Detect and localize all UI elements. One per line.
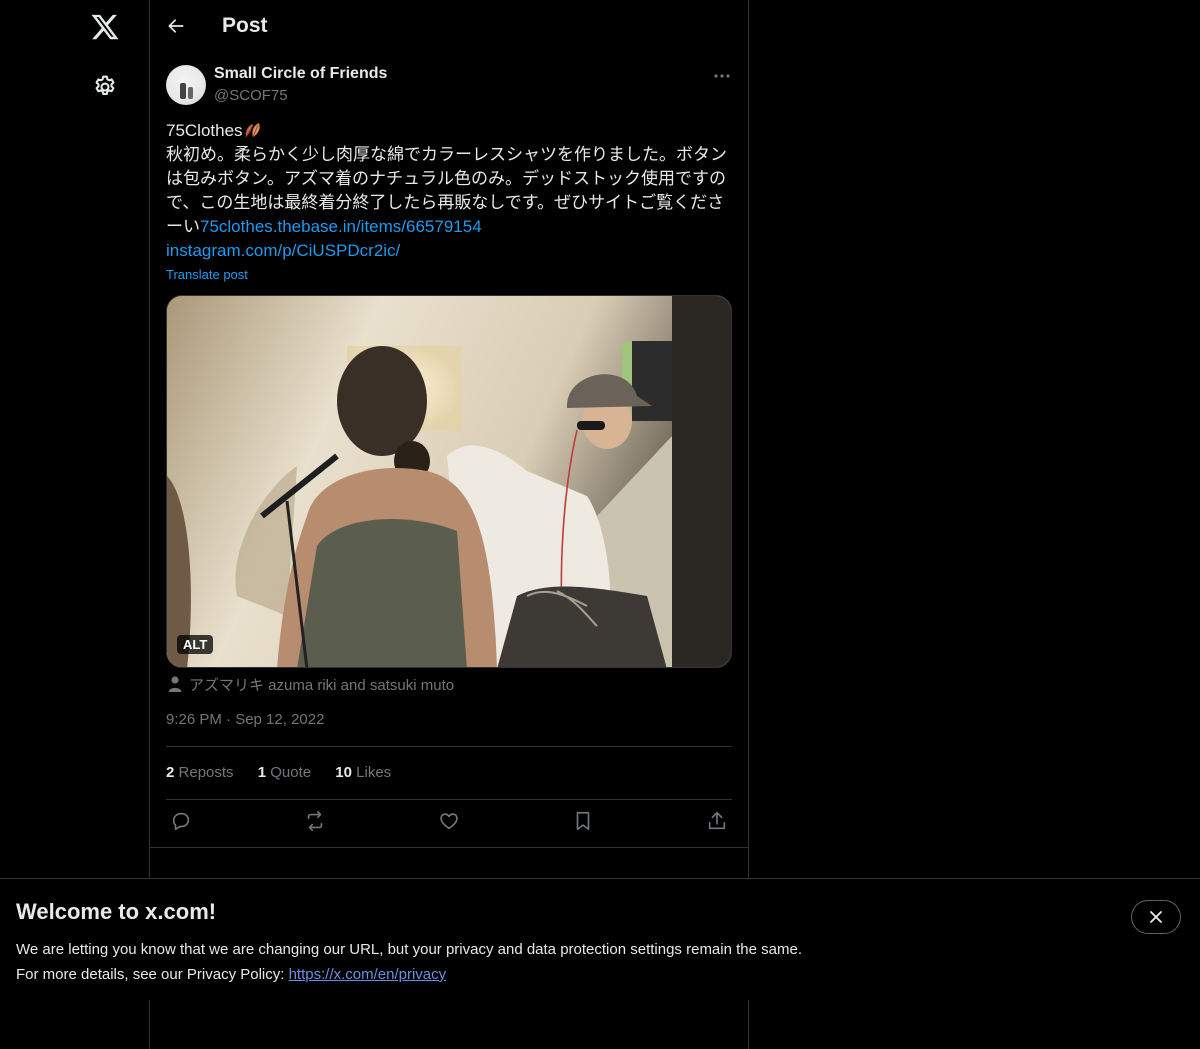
banner-text: We are letting you know that we are chan… <box>16 937 802 987</box>
page-title: Post <box>222 14 268 37</box>
post-text-line: ーい <box>166 217 200 236</box>
url-change-banner: Welcome to x.com! We are letting you kno… <box>0 878 1200 1000</box>
post-link-instagram[interactable]: instagram.com/p/CiUSPDcr2ic/ <box>166 241 400 260</box>
tagged-people-text: アズマリキ azuma riki and satsuki muto <box>189 677 455 694</box>
heart-icon[interactable] <box>438 810 464 836</box>
likes-stat[interactable]: 10 Likes <box>335 764 391 781</box>
close-icon <box>1150 911 1162 923</box>
divider <box>166 746 732 747</box>
post-link-shop[interactable]: 75clothes.thebase.in/items/66579154 <box>200 217 482 236</box>
quotes-stat[interactable]: 1 Quote <box>258 764 311 781</box>
share-icon[interactable] <box>706 810 732 836</box>
banner-line: For more details, see our Privacy Policy… <box>16 966 289 983</box>
engagement-stats: 2 Reposts 1 Quote 10 Likes <box>166 764 411 781</box>
post-text-line: 75Clothes <box>166 121 243 140</box>
post-text-line: は包みボタン。アズマ着のナチュラル色のみ。デッドストック使用ですの <box>166 169 726 188</box>
reply-icon[interactable] <box>170 810 196 836</box>
action-bar <box>166 810 732 836</box>
author-display-name[interactable]: Small Circle of Friends <box>214 65 387 83</box>
post-text: 75Clothes 秋初め。柔らかく少し肉厚な綿でカラーレスシャツを作りました。… <box>166 119 732 263</box>
repost-icon[interactable] <box>304 810 330 836</box>
photo-illustration <box>167 296 731 667</box>
author-handle[interactable]: @SCOF75 <box>214 87 288 104</box>
more-horizontal-icon[interactable] <box>712 66 732 86</box>
person-icon <box>166 675 184 693</box>
divider <box>150 847 748 848</box>
post-photo[interactable]: ALT <box>166 295 732 668</box>
tagged-people[interactable]: アズマリキ azuma riki and satsuki muto <box>166 674 454 694</box>
page-header: Post <box>150 0 748 53</box>
banner-title: Welcome to x.com! <box>16 899 217 924</box>
leaf-emoji-icon <box>243 121 263 139</box>
avatar[interactable] <box>166 65 206 105</box>
arrow-left-icon[interactable] <box>166 16 186 36</box>
privacy-policy-link[interactable]: https://x.com/en/privacy <box>289 966 447 983</box>
reposts-stat[interactable]: 2 Reposts <box>166 764 234 781</box>
alt-text-badge[interactable]: ALT <box>177 635 214 654</box>
translate-post-link[interactable]: Translate post <box>166 267 248 282</box>
post-text-line: 秋初め。柔らかく少し肉厚な綿でカラーレスシャツを作りました。ボタン <box>166 145 727 164</box>
bookmark-icon[interactable] <box>572 810 598 836</box>
post-text-line: で、この生地は最終着分終了したら再販なしです。ぜひサイトご覧くださ <box>166 193 725 212</box>
x-logo-icon[interactable] <box>90 12 120 42</box>
banner-line: We are letting you know that we are chan… <box>16 941 802 958</box>
post-timestamp[interactable]: 9:26 PM · Sep 12, 2022 <box>166 711 324 728</box>
gear-icon[interactable] <box>92 74 118 100</box>
close-banner-button[interactable] <box>1131 900 1181 934</box>
divider <box>166 799 732 800</box>
